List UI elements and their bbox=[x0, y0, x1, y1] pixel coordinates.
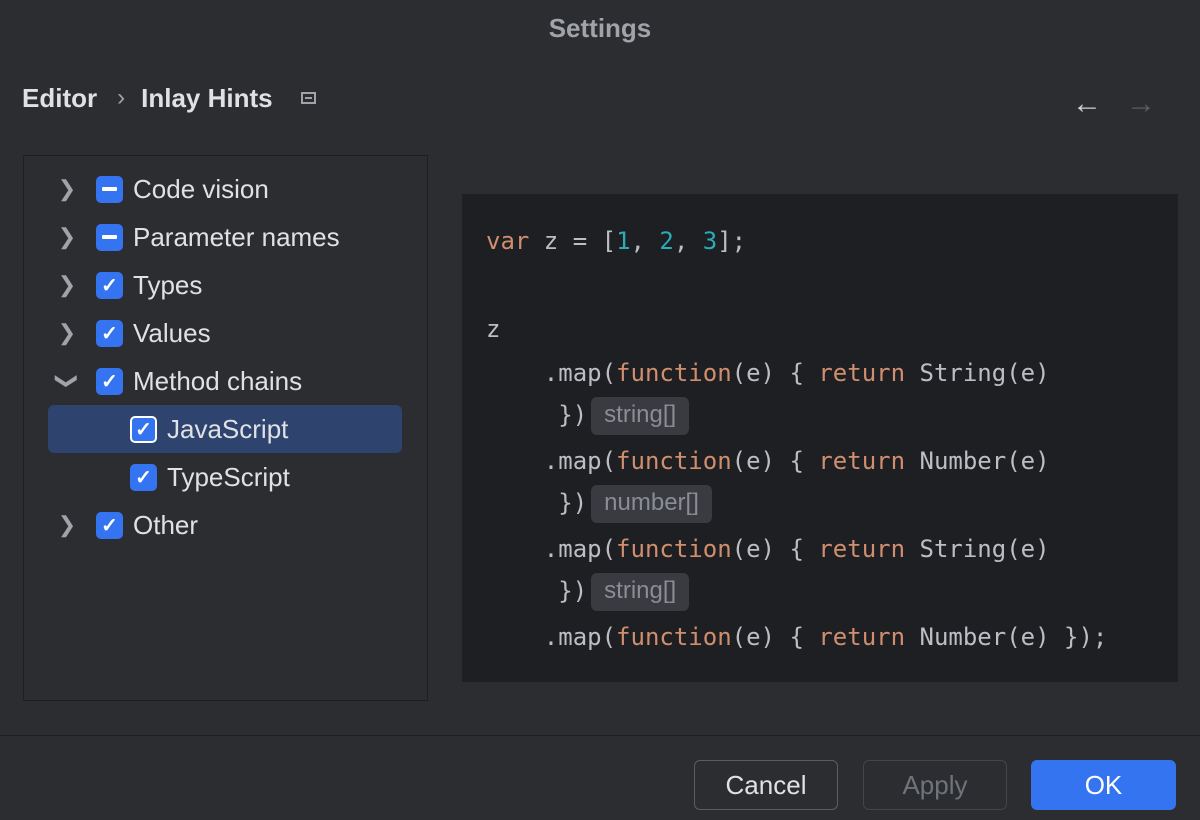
code-text: (e) { bbox=[732, 623, 819, 651]
keyword: return bbox=[818, 623, 905, 651]
keyword: return bbox=[818, 447, 905, 475]
code-text: .map( bbox=[486, 359, 616, 387]
keyword: function bbox=[616, 535, 732, 563]
partial-checkbox-icon[interactable] bbox=[96, 224, 123, 251]
checkbox-checked-icon[interactable]: ✓ bbox=[130, 464, 157, 491]
tree-item-label: Values bbox=[133, 318, 211, 349]
keyword: var bbox=[486, 227, 529, 255]
code-text: ]; bbox=[717, 227, 746, 255]
tree-item-parameter-names[interactable]: ❯ Parameter names bbox=[48, 213, 402, 261]
code-preview[interactable]: var z = [1, 2, 3]; z .map(function(e) { … bbox=[462, 194, 1178, 682]
number-literal: 1 bbox=[616, 227, 630, 255]
code-line: .map(function(e) { return String(e) bbox=[486, 531, 1050, 567]
code-text: }) bbox=[486, 577, 587, 605]
inlay-hints-tree: ❯ Code vision ❯ Parameter names ❯ ✓ Type… bbox=[23, 155, 428, 701]
code-text: z = [ bbox=[529, 227, 616, 255]
breadcrumb-editor[interactable]: Editor bbox=[22, 83, 97, 114]
keyword: function bbox=[616, 623, 732, 651]
code-text: .map( bbox=[486, 447, 616, 475]
number-literal: 2 bbox=[659, 227, 673, 255]
code-text: (e) { bbox=[732, 535, 819, 563]
breadcrumb-separator: › bbox=[117, 84, 125, 112]
breadcrumb-inlay-hints: Inlay Hints bbox=[141, 83, 272, 114]
checkbox-checked-icon[interactable]: ✓ bbox=[96, 512, 123, 539]
code-line: .map(function(e) { return Number(e) }); bbox=[486, 619, 1107, 655]
number-literal: 3 bbox=[703, 227, 717, 255]
keyword: function bbox=[616, 447, 732, 475]
inlay-type-hint: number[] bbox=[591, 485, 712, 523]
code-text: , bbox=[631, 227, 660, 255]
code-text: .map( bbox=[486, 535, 616, 563]
tree-item-values[interactable]: ❯ ✓ Values bbox=[48, 309, 402, 357]
code-line: .map(function(e) { return String(e) bbox=[486, 355, 1050, 391]
code-text: (e) { bbox=[732, 447, 819, 475]
code-text: (e) { bbox=[732, 359, 819, 387]
back-arrow-icon[interactable]: ← bbox=[1072, 86, 1102, 122]
code-line: })string[] bbox=[486, 573, 689, 609]
partial-checkbox-icon[interactable] bbox=[96, 176, 123, 203]
code-text: Number(e) }); bbox=[905, 623, 1107, 651]
code-text: }) bbox=[486, 489, 587, 517]
apply-button[interactable]: Apply bbox=[863, 760, 1007, 810]
checkbox-checked-icon[interactable]: ✓ bbox=[96, 320, 123, 347]
checkbox-checked-icon[interactable]: ✓ bbox=[96, 272, 123, 299]
checkbox-checked-icon[interactable]: ✓ bbox=[130, 416, 157, 443]
navigation-arrows: ← → bbox=[1072, 86, 1156, 122]
keyword: return bbox=[818, 535, 905, 563]
tree-item-code-vision[interactable]: ❯ Code vision bbox=[48, 165, 402, 213]
code-text: String(e) bbox=[905, 359, 1050, 387]
code-text: }) bbox=[486, 401, 587, 429]
tree-item-label: JavaScript bbox=[167, 414, 288, 445]
tree-item-label: Parameter names bbox=[133, 222, 340, 253]
inlay-type-hint: string[] bbox=[591, 573, 689, 611]
tree-item-label: Types bbox=[133, 270, 202, 301]
tree-item-label: Other bbox=[133, 510, 198, 541]
code-line: })number[] bbox=[486, 485, 712, 521]
footer-divider bbox=[0, 735, 1200, 736]
code-line: z bbox=[486, 311, 500, 347]
code-text: , bbox=[674, 227, 703, 255]
chevron-right-icon[interactable]: ❯ bbox=[52, 224, 82, 250]
cancel-button[interactable]: Cancel bbox=[694, 760, 838, 810]
chevron-right-icon[interactable]: ❯ bbox=[52, 320, 82, 346]
breadcrumb: Editor › Inlay Hints bbox=[22, 80, 316, 116]
pin-window-icon[interactable] bbox=[301, 92, 316, 104]
code-text: .map( bbox=[486, 623, 616, 651]
code-line: })string[] bbox=[486, 397, 689, 433]
tree-item-types[interactable]: ❯ ✓ Types bbox=[48, 261, 402, 309]
code-line: .map(function(e) { return Number(e) bbox=[486, 443, 1050, 479]
chevron-right-icon[interactable]: ❯ bbox=[52, 272, 82, 298]
tree-item-method-chains[interactable]: ❯ ✓ Method chains bbox=[48, 357, 402, 405]
chevron-down-icon[interactable]: ❯ bbox=[54, 366, 80, 396]
forward-arrow-icon[interactable]: → bbox=[1126, 86, 1156, 122]
window-title: Settings bbox=[0, 10, 1200, 46]
code-text: String(e) bbox=[905, 535, 1050, 563]
ok-button[interactable]: OK bbox=[1031, 760, 1176, 810]
tree-item-label: Code vision bbox=[133, 174, 269, 205]
chevron-right-icon[interactable]: ❯ bbox=[52, 176, 82, 202]
tree-item-javascript[interactable]: ✓ JavaScript bbox=[48, 405, 402, 453]
tree-item-other[interactable]: ❯ ✓ Other bbox=[48, 501, 402, 549]
code-line: var z = [1, 2, 3]; bbox=[486, 223, 746, 259]
keyword: function bbox=[616, 359, 732, 387]
checkbox-checked-icon[interactable]: ✓ bbox=[96, 368, 123, 395]
tree-item-label: Method chains bbox=[133, 366, 302, 397]
keyword: return bbox=[818, 359, 905, 387]
code-text: Number(e) bbox=[905, 447, 1050, 475]
inlay-type-hint: string[] bbox=[591, 397, 689, 435]
tree-item-label: TypeScript bbox=[167, 462, 290, 493]
chevron-right-icon[interactable]: ❯ bbox=[52, 512, 82, 538]
tree-item-typescript[interactable]: ✓ TypeScript bbox=[48, 453, 402, 501]
